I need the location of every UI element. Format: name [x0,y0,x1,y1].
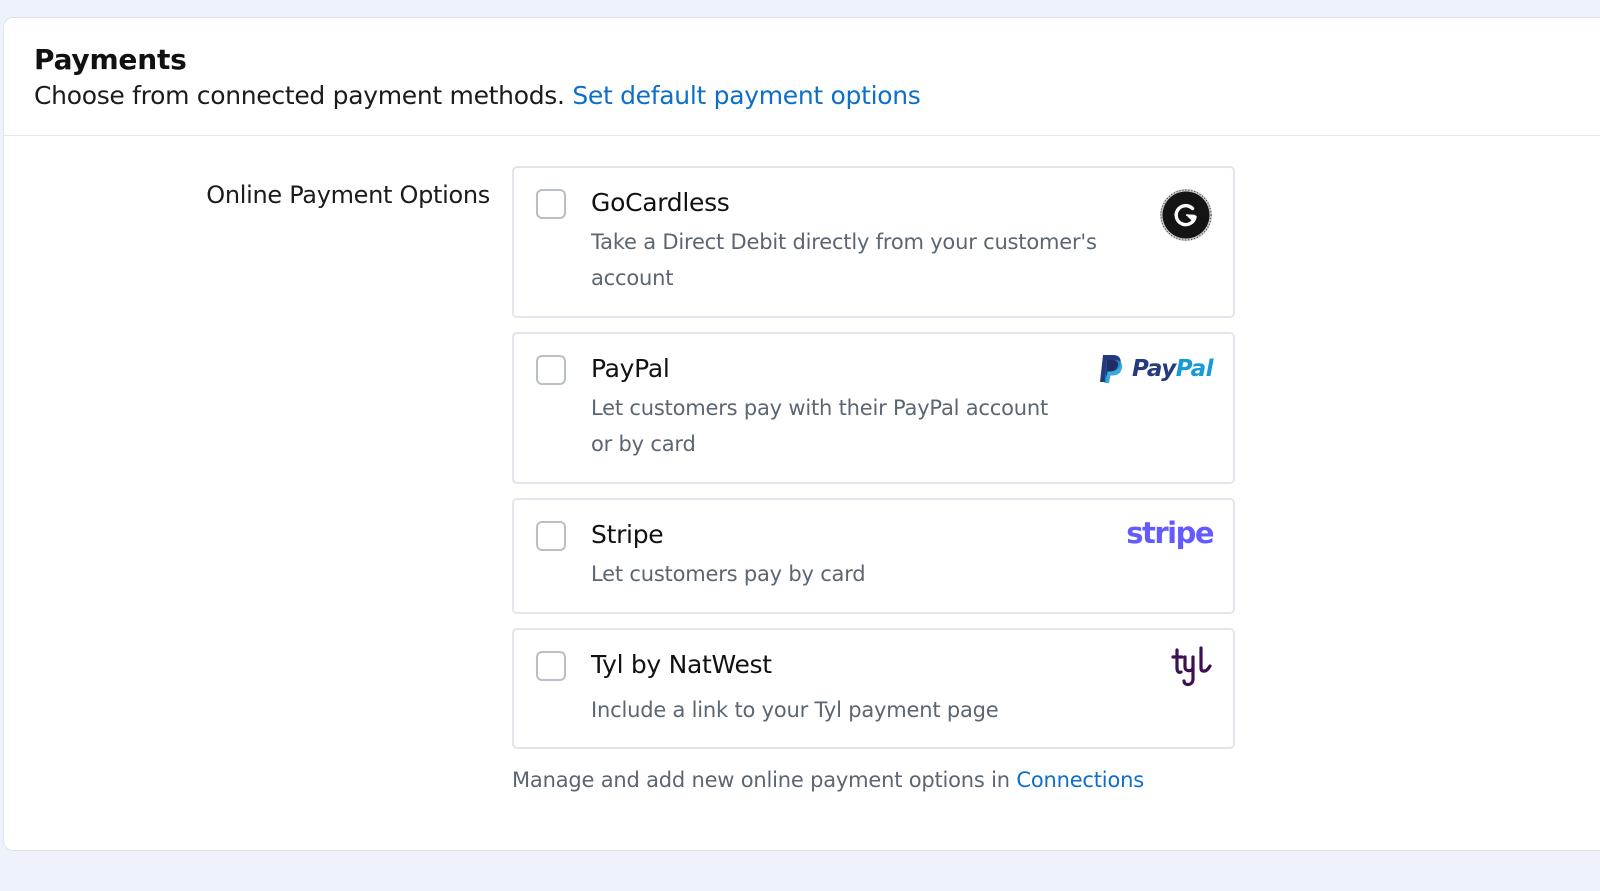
connections-link[interactable]: Connections [1016,768,1144,792]
connections-footer-note: Manage and add new online payment option… [512,768,1144,792]
option-description: Let customers pay with their PayPal acco… [591,396,1048,456]
paypal-monogram-icon [1100,355,1123,383]
gocardless-checkbox[interactable] [536,189,566,219]
payment-option-stripe[interactable]: Stripe Let customers pay by card stripe [512,498,1235,614]
stripe-checkbox[interactable] [536,521,566,551]
payment-option-tyl[interactable]: Tyl by NatWest Include a link to your Ty… [512,628,1235,749]
payments-card: Payments Choose from connected payment m… [3,17,1600,851]
gocardless-logo-icon [1160,189,1212,241]
option-description: Take a Direct Debit directly from your c… [591,230,1097,290]
page-title: Payments [34,43,187,76]
option-description: Let customers pay by card [591,562,866,586]
payments-description: Choose from connected payment methods. [34,81,565,110]
payments-header: Payments Choose from connected payment m… [4,18,1600,136]
option-title: PayPal [591,354,670,383]
payment-option-gocardless[interactable]: GoCardless Take a Direct Debit directly … [512,166,1235,318]
option-title: GoCardless [591,188,730,217]
set-default-payment-options-link[interactable]: Set default payment options [572,81,921,110]
tyl-checkbox[interactable] [536,651,566,681]
online-payment-options-label: Online Payment Options [206,181,490,209]
footer-text: Manage and add new online payment option… [512,768,1010,792]
option-title: Tyl by NatWest [591,650,772,679]
tyl-logo-icon [1171,646,1212,687]
paypal-wordmark: PayPal [1132,356,1214,382]
stripe-logo: stripe [1126,516,1214,550]
option-description: Include a link to your Tyl payment page [591,698,999,722]
payment-option-paypal[interactable]: PayPal Let customers pay with their PayP… [512,332,1235,484]
paypal-checkbox[interactable] [536,355,566,385]
paypal-logo: PayPal [1098,354,1214,384]
option-title: Stripe [591,520,664,549]
payments-subtitle: Choose from connected payment methods. S… [34,81,921,110]
